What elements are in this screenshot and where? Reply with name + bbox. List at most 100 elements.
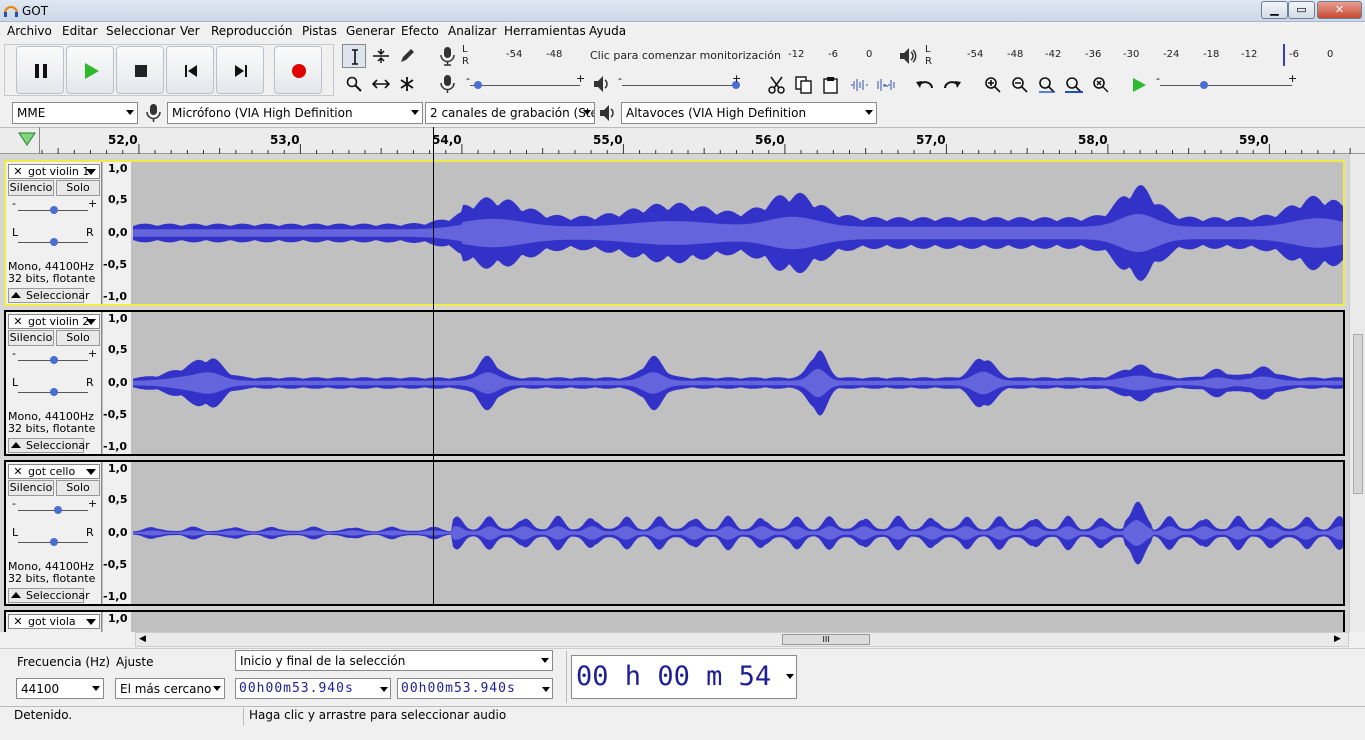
menu-pistas[interactable]: Pistas: [300, 24, 339, 38]
menu-seleccionar[interactable]: Seleccionar: [104, 24, 177, 38]
scroll-right-icon[interactable]: ▶: [1334, 634, 1341, 644]
silence-button[interactable]: [873, 72, 897, 96]
gain-slider[interactable]: - +: [10, 197, 97, 218]
menu-generar[interactable]: Generar: [344, 24, 397, 38]
selection-end-time[interactable]: 00h00m53.940s: [397, 678, 553, 699]
track-name-menu[interactable]: ✕ got violin 1: [8, 164, 100, 179]
skip-end-button[interactable]: [216, 46, 264, 94]
track-viola[interactable]: ✕ got viola 1,0: [4, 610, 1345, 632]
mute-button[interactable]: Silencio: [8, 480, 54, 496]
close-window-button[interactable]: ✕: [1317, 1, 1362, 19]
track-violin-2[interactable]: ✕ got violin 2 Silencio Solo - + LR Mono, …: [4, 310, 1345, 456]
multi-tool[interactable]: [395, 72, 419, 96]
menu-analizar[interactable]: Analizar: [446, 24, 498, 38]
track-name-menu[interactable]: ✕ got viola: [8, 614, 100, 629]
zoom-in-button[interactable]: [980, 72, 1004, 96]
input-device-select[interactable]: Micrófono (VIA High Definition: [167, 102, 423, 124]
minimize-button[interactable]: ▁: [1261, 1, 1288, 19]
track-violin-1[interactable]: ✕ got violin 1 Silencio Solo - + LR Mono, …: [4, 160, 1345, 306]
play-at-speed-button[interactable]: [1126, 72, 1150, 96]
vertical-scrollbar[interactable]: [1349, 154, 1365, 632]
redo-button[interactable]: [939, 72, 963, 96]
trim-button[interactable]: [846, 72, 870, 96]
menu-archivo[interactable]: Archivo: [5, 24, 54, 38]
undo-button[interactable]: [912, 72, 936, 96]
input-volume-slider[interactable]: - +: [466, 72, 586, 94]
output-volume-slider[interactable]: - +: [618, 72, 742, 94]
envelope-tool[interactable]: [368, 44, 392, 68]
scale-label: 1,0: [108, 612, 128, 625]
time-digit: 9: [318, 681, 328, 696]
skip-start-button[interactable]: [166, 46, 214, 94]
audio-host-select[interactable]: MME: [12, 102, 138, 124]
project-rate-select[interactable]: 44100: [16, 678, 104, 699]
horizontal-scrollbar[interactable]: ◀ III ▶: [135, 632, 1349, 647]
fit-selection-button[interactable]: [1034, 72, 1058, 96]
menu-ayuda[interactable]: Ayuda: [587, 24, 628, 38]
solo-button[interactable]: Solo: [56, 180, 100, 196]
select-track-button[interactable]: Seleccionar: [8, 438, 90, 453]
maximize-button[interactable]: ▭: [1288, 1, 1315, 19]
pan-slider[interactable]: LR: [10, 376, 96, 398]
scale-label: 0,0: [108, 526, 128, 539]
zoom-out-button[interactable]: [1007, 72, 1031, 96]
recording-meter[interactable]: -54 -48 Clic para comenzar monitorizació…: [472, 44, 880, 66]
output-device-select[interactable]: Altavoces (VIA High Definition: [621, 102, 877, 124]
pan-slider[interactable]: LR: [10, 526, 96, 548]
record-button[interactable]: [274, 46, 322, 94]
status-bar: [0, 706, 1365, 728]
gain-slider[interactable]: - +: [10, 347, 97, 368]
track-control-panel: ✕ got violin 1 Silencio Solo - + LR Mono, …: [6, 162, 102, 304]
menu-reproduccion[interactable]: Reproducción: [209, 24, 295, 38]
audio-position-time[interactable]: 00 h 00 m 54 s: [571, 655, 797, 734]
draw-tool[interactable]: [395, 44, 419, 68]
snap-select[interactable]: El más cercano: [115, 678, 225, 699]
select-track-button[interactable]: Seleccionar: [8, 588, 90, 603]
pan-slider[interactable]: LR: [10, 226, 96, 248]
chevron-down-icon[interactable]: [786, 674, 794, 679]
menu-ver[interactable]: Ver: [178, 24, 202, 38]
mute-button[interactable]: Silencio: [8, 180, 54, 196]
scroll-left-icon[interactable]: ◀: [139, 634, 146, 644]
play-button[interactable]: [66, 46, 114, 94]
menu-efecto[interactable]: Efecto: [399, 24, 441, 38]
copy-button[interactable]: [791, 72, 815, 96]
horizontal-scroll-thumb[interactable]: III: [782, 634, 870, 645]
track-name-menu[interactable]: ✕ got violin 2: [8, 314, 100, 329]
waveform[interactable]: [133, 162, 1343, 304]
menu-herramientas[interactable]: Herramientas: [502, 24, 588, 38]
zoom-toggle-button[interactable]: [1088, 72, 1112, 96]
cut-button[interactable]: [764, 72, 788, 96]
pause-button[interactable]: [16, 46, 64, 94]
playback-meter[interactable]: -54 -48 -42 -36 -30 -24 -18 -12 -6 0: [935, 44, 1345, 66]
close-track-icon[interactable]: ✕: [11, 465, 25, 478]
selection-start-time[interactable]: 00h00m53.940s: [235, 678, 391, 699]
close-track-icon[interactable]: ✕: [11, 615, 25, 628]
select-track-button[interactable]: Seleccionar: [8, 288, 90, 303]
play-speed-slider[interactable]: - +: [1156, 72, 1297, 94]
solo-button[interactable]: Solo: [56, 480, 100, 496]
chevron-down-icon[interactable]: [542, 687, 550, 692]
track-cello[interactable]: ✕ got cello Silencio Solo - + LR Mono, 441…: [4, 460, 1345, 606]
menu-editar[interactable]: Editar: [60, 24, 100, 38]
selection-mode-select[interactable]: Inicio y final de la selección: [235, 650, 553, 671]
close-track-icon[interactable]: ✕: [11, 315, 25, 328]
paste-button[interactable]: [818, 72, 842, 96]
solo-button[interactable]: Solo: [56, 330, 100, 346]
stop-button[interactable]: [116, 46, 164, 94]
waveform[interactable]: [133, 462, 1343, 604]
selection-tool[interactable]: [342, 44, 366, 68]
track-name-menu[interactable]: ✕ got cello: [8, 464, 100, 479]
fit-project-button[interactable]: [1061, 72, 1085, 96]
close-track-icon[interactable]: ✕: [11, 165, 25, 178]
timeshift-tool[interactable]: [368, 72, 392, 96]
vertical-scroll-thumb[interactable]: [1353, 334, 1363, 494]
redo-icon: [944, 81, 961, 89]
gain-slider[interactable]: - +: [10, 497, 97, 518]
mute-button[interactable]: Silencio: [8, 330, 54, 346]
waveform[interactable]: [133, 312, 1343, 454]
chevron-down-icon[interactable]: [380, 687, 388, 692]
zoom-tool[interactable]: [342, 72, 366, 96]
channels-select[interactable]: 2 canales de grabación (Ster: [425, 102, 595, 124]
play-head-icon[interactable]: [18, 132, 36, 146]
